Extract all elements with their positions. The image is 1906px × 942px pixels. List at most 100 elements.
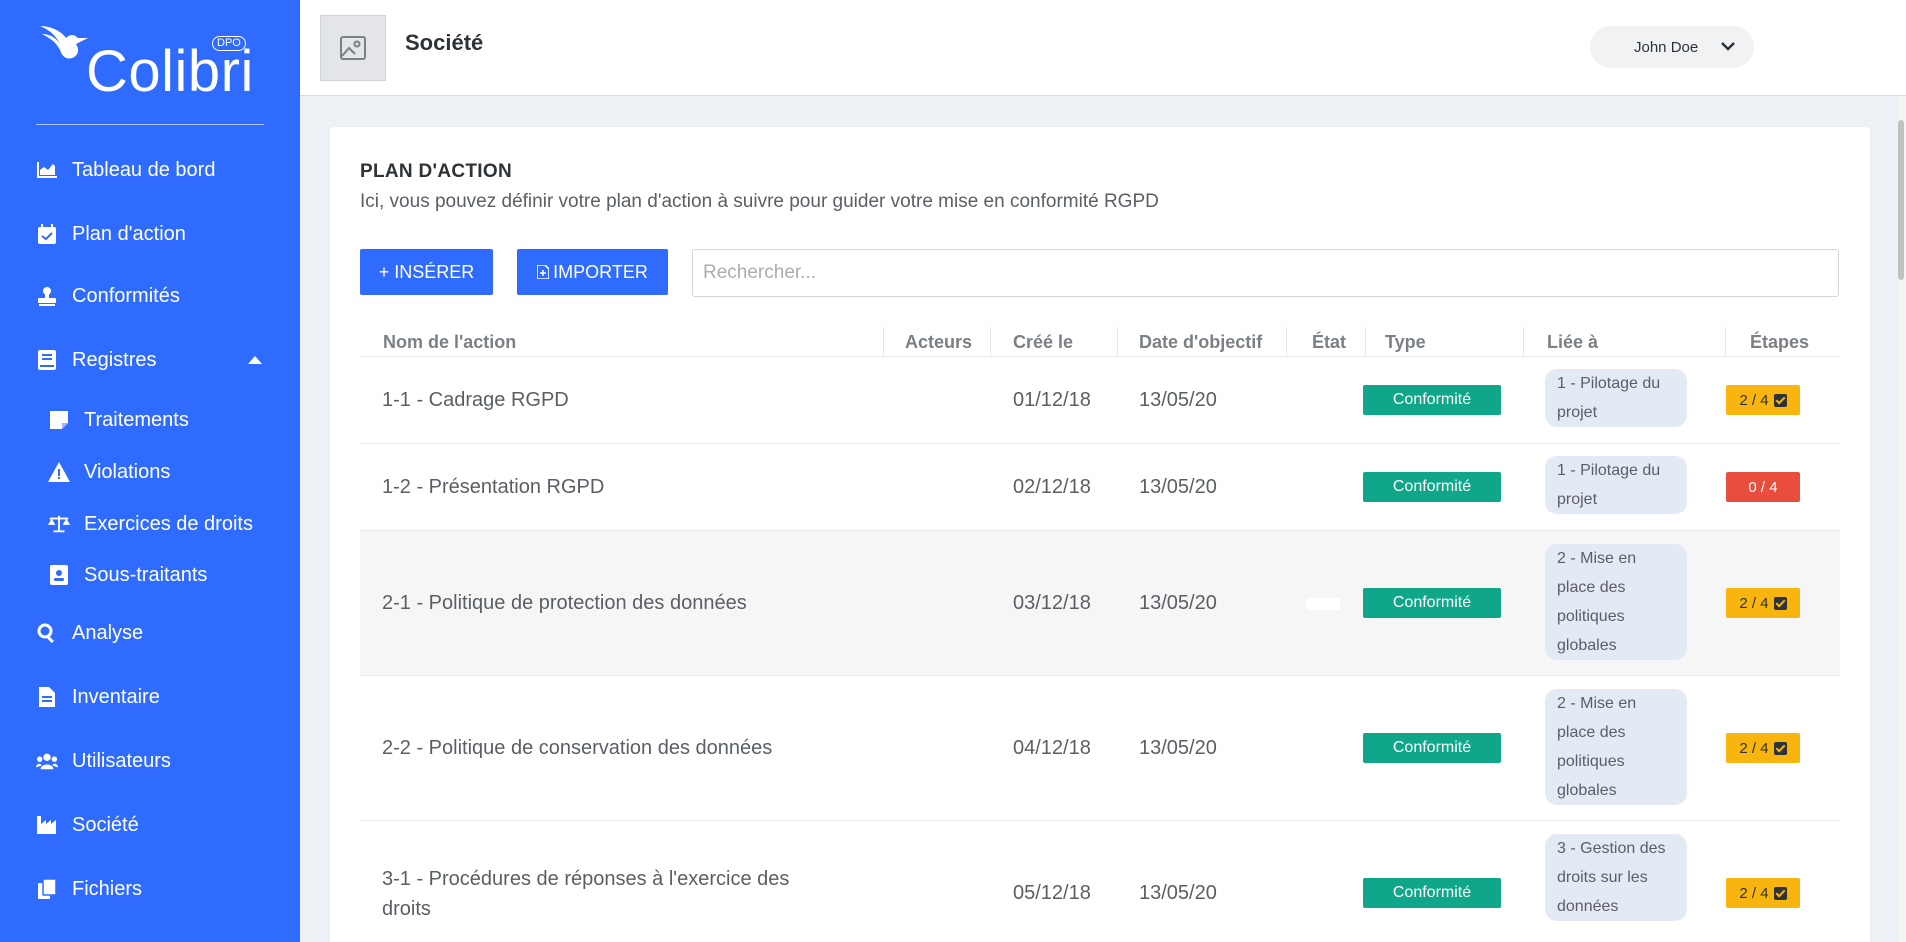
column-divider <box>1117 327 1118 357</box>
image-icon <box>340 36 366 60</box>
scrollbar-thumb[interactable] <box>1898 120 1904 280</box>
target-date: 13/05/20 <box>1139 476 1217 498</box>
action-name[interactable]: 1-2 - Présentation RGPD <box>382 444 862 531</box>
created-date: 05/12/18 <box>1013 882 1091 904</box>
calendar-check-icon <box>36 223 58 245</box>
user-name: John Doe <box>1634 38 1699 56</box>
user-menu-button[interactable]: John Doe <box>1590 26 1754 68</box>
section-title: PLAN D'ACTION <box>360 161 512 182</box>
steps-badge[interactable]: 2 / 4 <box>1726 385 1800 415</box>
brand-logo[interactable]: Colibri DPO <box>36 16 266 104</box>
sidebar-item-conformites[interactable]: Conformités <box>36 280 180 312</box>
created-date: 03/12/18 <box>1013 592 1091 614</box>
chevron-down-icon <box>1721 42 1735 51</box>
file-alt-icon <box>36 686 58 708</box>
book-icon <box>36 349 58 371</box>
insert-button[interactable]: + INSÉRER <box>360 249 493 295</box>
sidebar-item-label: Utilisateurs <box>72 749 171 772</box>
sidebar: Colibri DPO Tableau de bord Plan d'actio… <box>0 0 300 942</box>
action-name[interactable]: 1-1 - Cadrage RGPD <box>382 357 862 444</box>
type-badge: Conformité <box>1363 733 1501 763</box>
target-date: 13/05/20 <box>1139 882 1217 904</box>
state-indicator <box>1306 888 1340 900</box>
steps-count: 2 / 4 <box>1739 739 1769 757</box>
table-row[interactable]: 2-1 - Politique de protection des donnée… <box>360 530 1840 675</box>
sidebar-item-plan-d-action[interactable]: Plan d'action <box>36 218 186 250</box>
search-icon <box>36 622 58 644</box>
column-divider <box>1725 327 1726 357</box>
target-date: 13/05/20 <box>1139 737 1217 759</box>
created-date: 02/12/18 <box>1013 476 1091 498</box>
target-date: 13/05/20 <box>1139 389 1217 411</box>
sidebar-item-analyse[interactable]: Analyse <box>36 617 143 649</box>
sidebar-item-label: Société <box>72 813 139 836</box>
state-indicator <box>1306 598 1340 610</box>
caret-up-icon[interactable] <box>248 356 262 364</box>
steps-count: 2 / 4 <box>1739 884 1769 902</box>
sidebar-item-utilisateurs[interactable]: Utilisateurs <box>36 745 171 777</box>
table-row[interactable]: 2-2 - Politique de conservation des donn… <box>360 675 1840 820</box>
stamp-icon <box>36 285 58 307</box>
id-badge-icon <box>48 564 70 586</box>
balance-scale-icon <box>48 513 70 535</box>
column-divider <box>990 327 991 357</box>
sidebar-item-label: Registres <box>72 348 157 371</box>
linked-tag[interactable]: 2 - Mise en place des politiques globale… <box>1545 689 1687 805</box>
industry-icon <box>36 814 58 836</box>
state-indicator <box>1306 395 1340 407</box>
type-badge: Conformité <box>1363 472 1501 502</box>
linked-tag[interactable]: 3 - Gestion des droits sur les données <box>1545 834 1687 921</box>
action-name[interactable]: 3-1 - Procédures de réponses à l'exercic… <box>382 821 842 942</box>
linked-tag[interactable]: 1 - Pilotage du projet <box>1545 456 1687 514</box>
sidebar-item-societe[interactable]: Société <box>36 809 139 841</box>
sidebar-subitem-exercices-de-droits[interactable]: Exercices de droits <box>48 509 253 539</box>
sidebar-item-tableau-de-bord[interactable]: Tableau de bord <box>36 154 215 186</box>
sidebar-subitem-traitements[interactable]: Traitements <box>48 405 189 435</box>
table-row[interactable]: 1-1 - Cadrage RGPD 01/12/18 13/05/20 Con… <box>360 356 1840 443</box>
sidebar-subitem-label: Sous-traitants <box>84 563 208 586</box>
steps-badge[interactable]: 2 / 4 <box>1726 588 1800 618</box>
steps-count: 2 / 4 <box>1739 391 1769 409</box>
top-header: Société John Doe <box>300 0 1906 96</box>
sidebar-subitem-sous-traitants[interactable]: Sous-traitants <box>48 560 207 590</box>
created-date: 04/12/18 <box>1013 737 1091 759</box>
sidebar-item-inventaire[interactable]: Inventaire <box>36 681 160 713</box>
sidebar-item-fichiers[interactable]: Fichiers <box>36 873 142 905</box>
users-icon <box>36 750 58 772</box>
created-date: 01/12/18 <box>1013 389 1091 411</box>
target-date: 13/05/20 <box>1139 592 1217 614</box>
action-plan-card: PLAN D'ACTION Ici, vous pouvez définir v… <box>330 127 1870 942</box>
column-divider <box>883 327 884 357</box>
linked-tag[interactable]: 1 - Pilotage du projet <box>1545 369 1687 427</box>
company-logo-placeholder[interactable] <box>320 15 386 81</box>
sidebar-subitem-label: Violations <box>84 460 171 483</box>
sidebar-item-label: Analyse <box>72 621 144 644</box>
table-row[interactable]: 1-2 - Présentation RGPD 02/12/18 13/05/2… <box>360 443 1840 530</box>
insert-button-label: + INSÉRER <box>378 261 475 282</box>
steps-badge[interactable]: 2 / 4 <box>1726 878 1800 908</box>
sidebar-subitem-label: Traitements <box>84 408 189 431</box>
sidebar-item-label: Plan d'action <box>72 222 186 245</box>
sidebar-item-label: Fichiers <box>72 877 143 900</box>
column-divider <box>1365 327 1366 357</box>
brand-tag: DPO <box>212 36 246 51</box>
chart-area-icon <box>36 159 58 181</box>
import-button[interactable]: IMPORTER <box>517 249 668 295</box>
linked-tag[interactable]: 2 - Mise en place des politiques globale… <box>1545 544 1687 660</box>
sidebar-item-registres[interactable]: Registres <box>36 344 156 376</box>
action-name[interactable]: 2-1 - Politique de protection des donnée… <box>382 531 862 676</box>
action-name[interactable]: 2-2 - Politique de conservation des donn… <box>382 676 862 821</box>
copy-icon <box>36 878 58 900</box>
check-square-icon <box>1773 741 1787 755</box>
column-divider <box>1523 327 1524 357</box>
type-badge: Conformité <box>1363 878 1501 908</box>
page-title: Société <box>405 30 484 55</box>
table-row[interactable]: 3-1 - Procédures de réponses à l'exercic… <box>360 820 1840 942</box>
page-scrollbar[interactable] <box>1898 96 1906 942</box>
sidebar-subitem-violations[interactable]: Violations <box>48 457 170 487</box>
steps-badge[interactable]: 2 / 4 <box>1726 733 1800 763</box>
steps-badge[interactable]: 0 / 4 <box>1726 472 1800 502</box>
section-description: Ici, vous pouvez définir votre plan d'ac… <box>360 191 1159 212</box>
search-input[interactable] <box>692 249 1839 297</box>
steps-count: 2 / 4 <box>1739 594 1769 612</box>
